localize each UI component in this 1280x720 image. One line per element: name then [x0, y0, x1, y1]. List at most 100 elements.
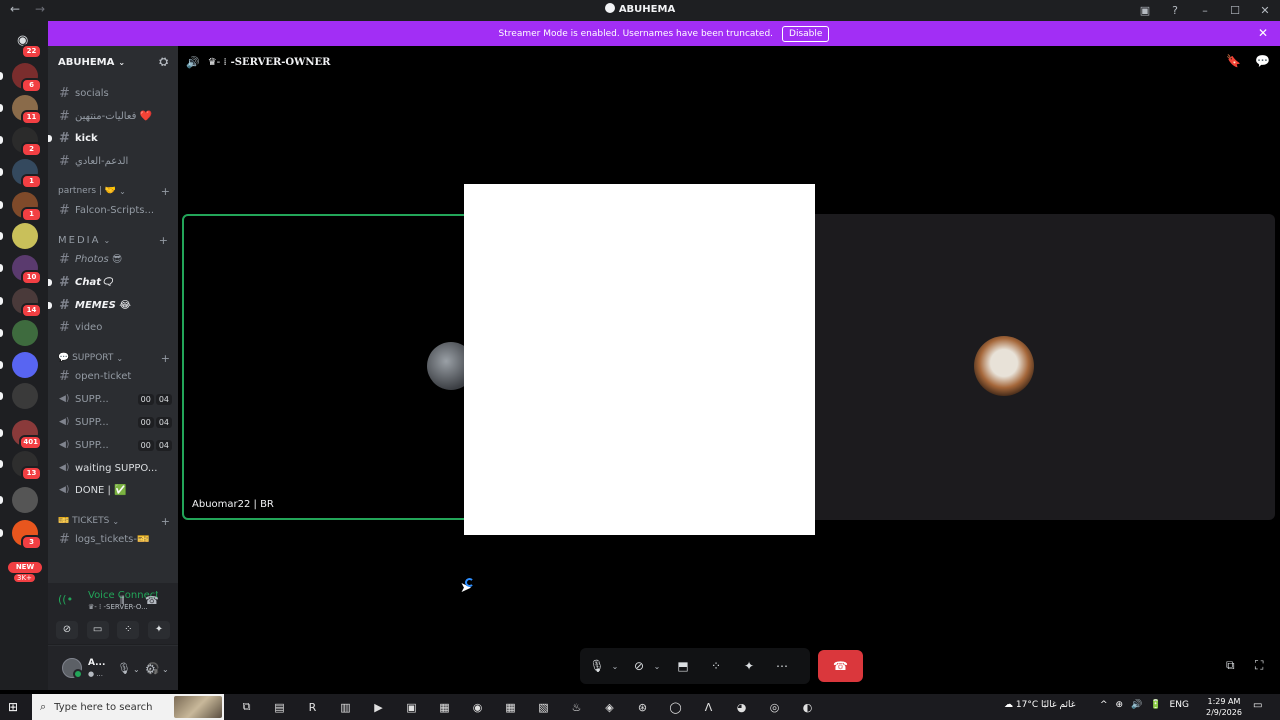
channel-logs-tickets[interactable]: # logs_tickets-🎫 [54, 529, 172, 549]
forward-icon[interactable]: → [35, 2, 45, 16]
maximize-button[interactable]: ☐ [1220, 4, 1250, 17]
microphone-icon[interactable]: 🎙 [588, 659, 606, 673]
chevron-down-icon[interactable]: ⌄ [162, 665, 169, 674]
server-icon[interactable]: 11 [12, 95, 42, 125]
gear-icon[interactable]: ⚙ [145, 662, 156, 676]
start-button[interactable]: ⊞ [8, 700, 18, 714]
help-icon[interactable]: ? [1160, 4, 1190, 17]
server-icon[interactable]: 3 [12, 520, 42, 550]
voice-channel-support-2[interactable]: ◀) SUPP... 00 04 [54, 412, 172, 432]
back-icon[interactable]: ← [10, 2, 20, 16]
inbox-icon[interactable]: ▣ [1130, 4, 1160, 17]
chevron-down-icon[interactable]: ⌄ [133, 665, 140, 674]
app-icon[interactable]: ◎ [758, 701, 791, 714]
bookmark-icon[interactable]: 🔖 [1226, 54, 1241, 68]
participant-tile[interactable] [808, 214, 1275, 520]
soundboard-button[interactable]: ✦ [147, 621, 170, 639]
language-indicator[interactable]: ENG [1170, 700, 1189, 710]
app-icon[interactable]: ▦ [428, 701, 461, 714]
app-icon[interactable]: R [296, 701, 329, 714]
share-screen-icon[interactable]: ⬒ [672, 659, 694, 673]
server-icon[interactable]: 401 [12, 420, 42, 450]
popout-icon[interactable]: ⧉ [1226, 658, 1235, 673]
server-icon[interactable]: 6 [12, 63, 42, 93]
noise-suppression-icon[interactable]: ⫴ [120, 594, 125, 608]
steam-icon[interactable]: ♨ [560, 701, 593, 714]
channel-open-ticket[interactable]: # open-ticket [54, 366, 172, 386]
volume-icon[interactable]: 🔊 [1131, 700, 1142, 710]
chrome-icon[interactable]: ◕ [725, 701, 758, 714]
server-icon[interactable]: 2 [12, 127, 42, 157]
category-media[interactable]: MEDIA ⌄ + [58, 233, 170, 247]
voice-channel-support-1[interactable]: ◀) SUPP... 00 04 [54, 389, 172, 409]
minimize-button[interactable]: – [1190, 4, 1220, 17]
app-icon[interactable]: ◉ [461, 701, 494, 714]
more-options-icon[interactable]: ⋯ [771, 659, 793, 673]
server-icon[interactable]: 13 [12, 451, 42, 481]
server-icon[interactable] [12, 320, 38, 346]
guild-header[interactable]: ABUHEMA ⌄ ⛭ [48, 46, 178, 78]
notifications-icon[interactable]: ▭ [1253, 700, 1262, 711]
app-icon[interactable]: ◈ [593, 701, 626, 714]
activities-icon[interactable]: ⁘ [705, 659, 727, 673]
battery-icon[interactable]: 🔋 [1150, 700, 1161, 710]
app-icon[interactable]: ▦ [494, 701, 527, 714]
create-channel-icon[interactable]: + [161, 515, 170, 528]
fullscreen-icon[interactable]: ⛶ [1255, 658, 1263, 673]
disable-streamer-mode-button[interactable]: Disable [782, 25, 830, 42]
app-icon[interactable]: ⊛ [626, 701, 659, 714]
signal-icon[interactable]: ((• [58, 593, 73, 606]
clock[interactable]: 1:29 AM 2/9/2026 [1206, 696, 1242, 718]
voice-channel-support-3[interactable]: ◀) SUPP... 00 04 [54, 435, 172, 455]
voice-channel-waiting[interactable]: ◀) waiting SUPPO... [54, 458, 172, 478]
category-partners[interactable]: partners | 🤝 ⌄ + [58, 184, 170, 198]
server-icon[interactable] [12, 352, 38, 378]
channel-falcon-scripts[interactable]: # Falcon-Scripts... [54, 200, 172, 220]
channel-support-normal[interactable]: # الدعم-العادي [54, 151, 172, 171]
edge-icon[interactable]: ◯ [659, 701, 692, 714]
close-icon[interactable]: ✕ [1258, 26, 1268, 40]
new-badge[interactable]: NEW [8, 562, 42, 573]
home-button[interactable]: ◉ 22 [12, 29, 42, 59]
chevron-down-icon[interactable]: ⌄ [610, 662, 620, 671]
microphone-icon[interactable]: 🎙 [117, 662, 131, 675]
taskbar-search[interactable]: ⌕ Type here to search [32, 694, 224, 720]
create-channel-icon[interactable]: + [161, 185, 170, 198]
server-icon[interactable]: 14 [12, 288, 42, 318]
network-icon[interactable]: ⊕ [1116, 700, 1124, 710]
task-view-icon[interactable]: ⧉ [230, 700, 263, 714]
category-support[interactable]: 💬 SUPPORT ⌄ + [58, 351, 170, 365]
discord-icon[interactable]: ◐ [791, 701, 824, 714]
media-player-icon[interactable]: ▶ [362, 701, 395, 714]
channel-memes[interactable]: # MEMES 😂 [54, 295, 172, 315]
chat-icon[interactable]: 💬 [1255, 54, 1270, 68]
server-icon[interactable] [12, 223, 38, 249]
camera-off-button[interactable]: ⊘ [56, 621, 78, 639]
server-icon[interactable]: 1 [12, 159, 42, 189]
category-tickets[interactable]: 🎫 TICKETS ⌄ + [58, 514, 170, 528]
weather-widget[interactable]: ☁ 17°C غائم غالبًا [1004, 700, 1075, 710]
app-icon[interactable]: ▧ [527, 701, 560, 714]
app-icon[interactable]: Λ [692, 701, 725, 714]
channel-video[interactable]: # video [54, 317, 172, 337]
file-explorer-icon[interactable]: ▣ [395, 701, 428, 714]
channel-kick[interactable]: # kick [54, 128, 172, 148]
invite-people-icon[interactable]: ⛭ [159, 55, 168, 69]
channel-socials[interactable]: # socials [54, 83, 172, 103]
server-icon[interactable] [12, 487, 38, 513]
close-window-button[interactable]: ✕ [1250, 4, 1280, 17]
activities-button[interactable]: ⁘ [117, 621, 140, 639]
tray-overflow-icon[interactable]: ^ [1100, 700, 1108, 710]
server-icon[interactable]: 1 [12, 192, 42, 222]
create-channel-icon[interactable]: + [161, 352, 170, 365]
create-channel-icon[interactable]: + [159, 234, 170, 247]
server-icon[interactable] [12, 383, 38, 409]
channel-photos[interactable]: # Photos 😎 [54, 249, 172, 269]
channel-events[interactable]: # فعاليات-منتهين ❤️ [54, 106, 172, 126]
camera-off-icon[interactable]: ⊘ [630, 659, 648, 673]
share-screen-button[interactable]: ▭ [86, 621, 109, 639]
app-icon[interactable]: ▥ [329, 701, 362, 714]
disconnect-icon[interactable]: ☎ [145, 594, 159, 607]
soundboard-icon[interactable]: ✦ [738, 659, 760, 673]
voice-channel-done[interactable]: ◀) DONE | ✅ [54, 480, 172, 500]
